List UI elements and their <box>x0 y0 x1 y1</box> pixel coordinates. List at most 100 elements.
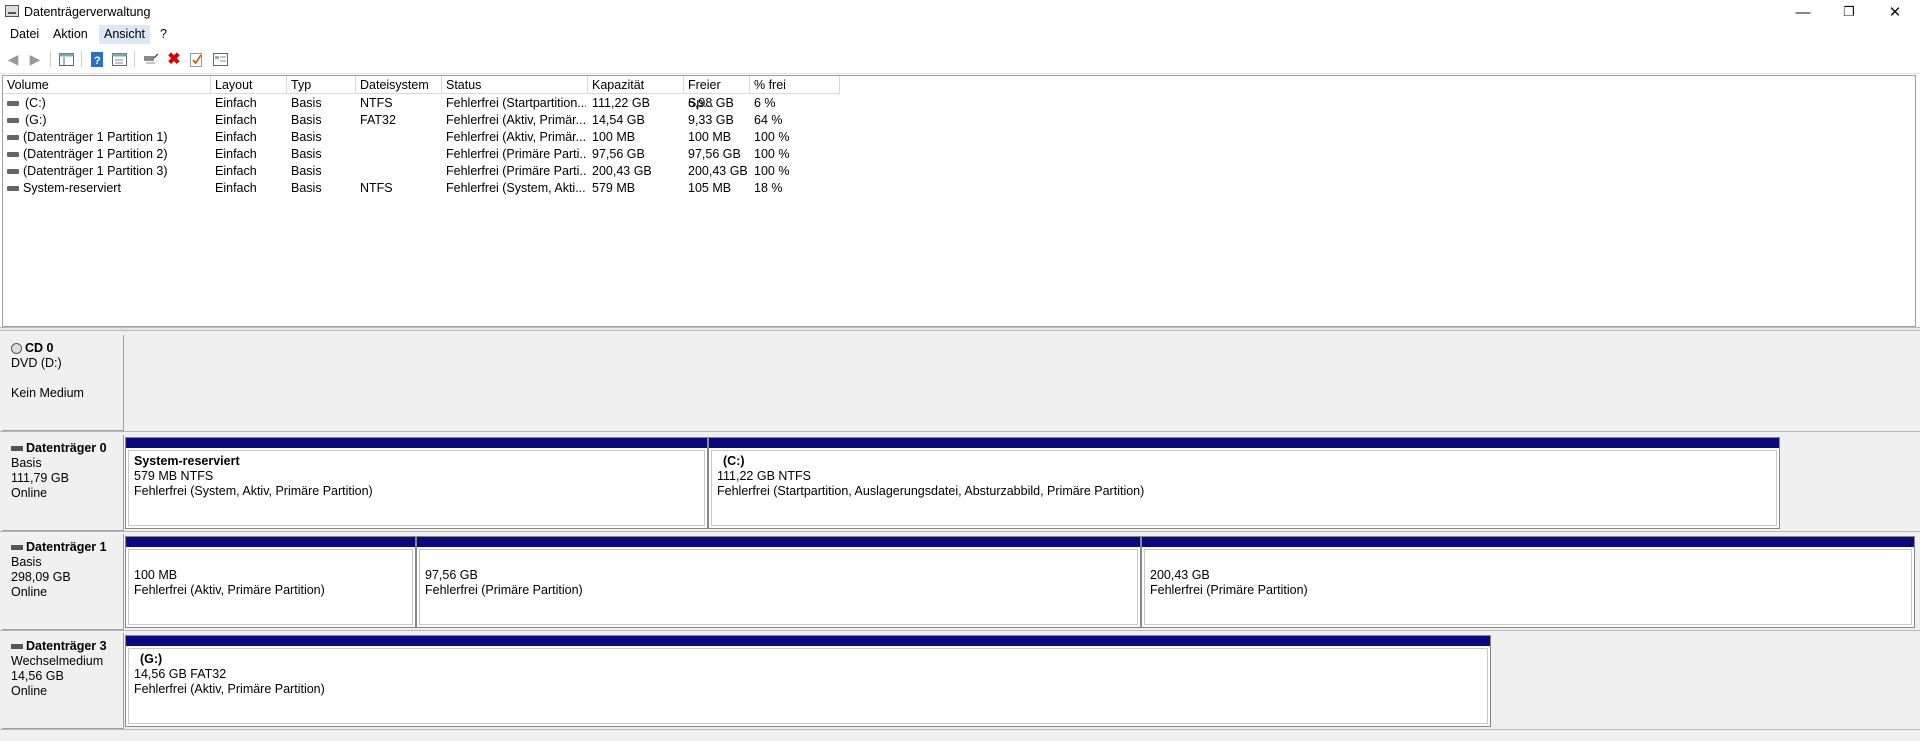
cell-volume: System-reserviert <box>23 181 121 195</box>
cell-volume: (Datenträger 1 Partition 2) <box>23 147 168 161</box>
properties-icon[interactable] <box>111 51 127 67</box>
cell-freier-speicher: 97,56 GB <box>688 147 741 161</box>
removable-disk-icon <box>11 644 23 650</box>
partition-datentraeger-1-partition-1[interactable]: 100 MB Fehlerfrei (Aktiv, Primäre Partit… <box>125 536 416 628</box>
partition-datentraeger-1-partition-3[interactable]: 200,43 GB Fehlerfrei (Primäre Partition) <box>1141 536 1915 628</box>
volume-list[interactable]: Volume Layout Typ Dateisystem Status Kap… <box>2 75 1916 327</box>
volume-icon <box>7 101 19 106</box>
partition-body: 200,43 GB Fehlerfrei (Primäre Partition) <box>1144 549 1912 625</box>
cell-typ: Basis <box>291 147 322 161</box>
forward-arrow-icon[interactable]: ▶ <box>27 51 43 67</box>
cell-prozent-frei: 100 % <box>754 164 790 178</box>
partition-g[interactable]: (G:) 14,56 GB FAT32 Fehlerfrei (Aktiv, P… <box>125 635 1491 727</box>
menu-help[interactable]: ? <box>155 25 172 44</box>
column-header-volume[interactable]: Volume <box>3 76 211 94</box>
partition-bar <box>126 537 415 547</box>
table-row[interactable]: System-reserviert Einfach Basis NTFS Feh… <box>3 180 903 197</box>
menu-aktion[interactable]: Aktion <box>48 25 93 44</box>
connect-icon[interactable] <box>143 51 159 67</box>
table-row[interactable]: (G:) Einfach Basis FAT32 Fehlerfrei (Akt… <box>3 112 903 129</box>
disk-graphical-view: CD 0 DVD (D:) Kein Medium Datenträger 0 … <box>0 331 1920 741</box>
table-row[interactable]: (C:) Einfach Basis NTFS Fehlerfrei (Star… <box>3 95 903 112</box>
disk-label-datentraeger-1[interactable]: Datenträger 1 Basis 298,09 GB Online <box>2 534 124 630</box>
disk-state: Online <box>11 486 48 500</box>
partition-body: (G:) 14,56 GB FAT32 Fehlerfrei (Aktiv, P… <box>128 648 1488 724</box>
disk-state: Online <box>11 585 48 599</box>
help-icon[interactable]: ? <box>89 51 105 67</box>
column-header-freier-speicher[interactable]: Freier Sp... <box>684 76 750 110</box>
disk-size: 298,09 GB <box>11 570 71 584</box>
cell-layout: Einfach <box>215 130 257 144</box>
partition-datentraeger-1-partition-2[interactable]: 97,56 GB Fehlerfrei (Primäre Partition) <box>416 536 1141 628</box>
disk-label-cd0[interactable]: CD 0 DVD (D:) Kein Medium <box>2 335 124 431</box>
cell-typ: Basis <box>291 113 322 127</box>
partition-body: 97,56 GB Fehlerfrei (Primäre Partition) <box>419 549 1138 625</box>
partition-status: Fehlerfrei (Primäre Partition) <box>1150 583 1308 597</box>
volume-icon <box>7 135 19 140</box>
cell-prozent-frei: 100 % <box>754 147 790 161</box>
cell-kapazitaet: 200,43 GB <box>592 164 652 178</box>
disk-type: Basis <box>11 456 42 470</box>
partition-status: Fehlerfrei (System, Aktiv, Primäre Parti… <box>134 484 373 498</box>
check-icon[interactable] <box>188 51 204 67</box>
column-header-status[interactable]: Status <box>442 76 588 94</box>
close-button[interactable]: ✕ <box>1872 0 1918 24</box>
partition-name: System-reserviert <box>134 454 240 468</box>
partition-c[interactable]: (C:) 111,22 GB NTFS Fehlerfrei (Startpar… <box>708 437 1780 529</box>
column-header-typ[interactable]: Typ <box>287 76 356 94</box>
disk-drive-type: DVD (D:) <box>11 356 62 370</box>
cell-typ: Basis <box>291 181 322 195</box>
disk-type: Basis <box>11 555 42 569</box>
partition-name: (G:) <box>140 652 163 666</box>
column-header-dateisystem[interactable]: Dateisystem <box>356 76 442 94</box>
hard-disk-icon <box>11 545 23 551</box>
cell-freier-speicher: 105 MB <box>688 181 732 195</box>
cell-freier-speicher: 200,43 GB <box>688 164 748 178</box>
disk-label-datentraeger-0[interactable]: Datenträger 0 Basis 111,79 GB Online <box>2 435 124 531</box>
column-header-kapazitaet[interactable]: Kapazität <box>588 76 684 94</box>
table-row[interactable]: (Datenträger 1 Partition 1) Einfach Basi… <box>3 129 903 146</box>
console-tree-icon[interactable] <box>58 51 74 67</box>
disk-separator <box>0 531 1920 532</box>
table-row[interactable]: (Datenträger 1 Partition 3) Einfach Basi… <box>3 163 903 180</box>
menu-datei[interactable]: Datei <box>5 25 44 44</box>
partition-body: 100 MB Fehlerfrei (Aktiv, Primäre Partit… <box>128 549 413 625</box>
cd-drive-icon <box>11 343 22 355</box>
cell-kapazitaet: 14,54 GB <box>592 113 645 127</box>
toolbar-separator <box>81 51 82 67</box>
delete-icon[interactable]: ✖ <box>166 51 182 68</box>
cell-dateisystem: FAT32 <box>360 113 396 127</box>
disk-partitions-1: 100 MB Fehlerfrei (Aktiv, Primäre Partit… <box>125 536 1915 628</box>
toolbar-separator <box>50 51 51 67</box>
title-bar: Datenträgerverwaltung — ❐ ✕ <box>0 0 1920 24</box>
settings-icon[interactable] <box>212 51 228 67</box>
disk-name: Datenträger 0 <box>26 441 107 455</box>
column-header-prozent-frei[interactable]: % frei <box>750 76 840 94</box>
cell-freier-speicher: 100 MB <box>688 130 732 144</box>
partition-bar <box>126 438 707 448</box>
partition-size: 100 MB <box>134 568 178 582</box>
partition-system-reserviert[interactable]: System-reserviert 579 MB NTFS Fehlerfrei… <box>125 437 708 529</box>
disk-type: Wechselmedium <box>11 654 104 668</box>
table-row[interactable]: (Datenträger 1 Partition 2) Einfach Basi… <box>3 146 903 163</box>
menu-bar: Datei Aktion Ansicht ? <box>0 24 1920 45</box>
toolbar: ◀ ▶ ? ✖ <box>0 45 1920 74</box>
cell-status: Fehlerfrei (Aktiv, Primär... <box>446 113 586 127</box>
disk-name: Datenträger 3 <box>26 639 107 653</box>
disk-management-app-icon <box>5 5 19 17</box>
cell-volume: (G:) <box>25 113 47 127</box>
partition-size: 111,22 GB NTFS <box>717 469 812 483</box>
column-header-layout[interactable]: Layout <box>211 76 287 94</box>
partition-bar <box>709 438 1779 448</box>
disk-label-datentraeger-3[interactable]: Datenträger 3 Wechselmedium 14,56 GB Onl… <box>2 633 124 729</box>
minimize-button[interactable]: — <box>1780 0 1826 24</box>
partition-bar <box>126 636 1490 646</box>
menu-ansicht[interactable]: Ansicht <box>99 25 150 44</box>
back-arrow-icon[interactable]: ◀ <box>5 51 21 67</box>
disk-size: 111,79 GB <box>11 471 69 485</box>
cell-dateisystem <box>360 146 440 163</box>
restore-button[interactable]: ❐ <box>1826 0 1872 24</box>
cell-layout: Einfach <box>215 147 257 161</box>
cell-freier-speicher: 9,33 GB <box>688 113 734 127</box>
cell-typ: Basis <box>291 130 322 144</box>
